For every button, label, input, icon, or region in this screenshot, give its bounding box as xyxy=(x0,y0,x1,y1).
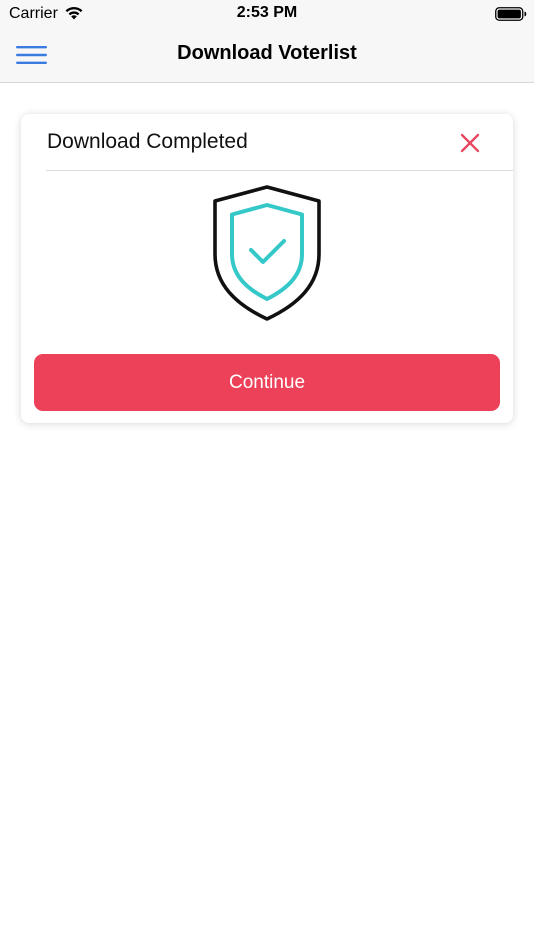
shield-check-icon xyxy=(211,184,323,327)
status-time: 2:53 PM xyxy=(236,4,298,21)
page-title: Download Voterlist xyxy=(177,42,357,64)
download-completed-dialog: Download Completed Continue xyxy=(21,114,513,423)
continue-button[interactable]: Continue xyxy=(34,354,500,411)
close-icon[interactable] xyxy=(457,130,483,156)
status-bar: Carrier 2:53 PM xyxy=(0,0,534,28)
battery-icon xyxy=(495,7,527,26)
navigation-bar: Download Voterlist xyxy=(0,28,534,83)
dialog-divider xyxy=(46,170,513,171)
dialog-title: Download Completed xyxy=(47,130,248,153)
